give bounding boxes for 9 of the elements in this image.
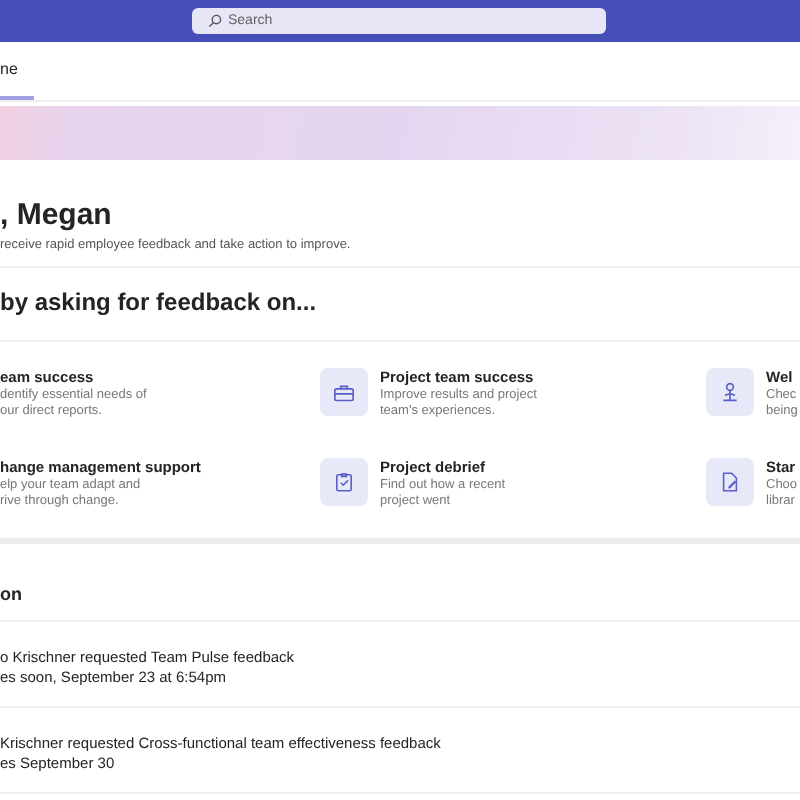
tab[interactable]: ne: [0, 60, 34, 100]
section-heading: by asking for feedback on...: [0, 268, 800, 342]
briefcase-icon: [334, 383, 354, 401]
section-heading: on: [0, 584, 800, 622]
search-icon: [208, 14, 222, 28]
greeting-title: , Megan: [0, 198, 114, 234]
document-pen-icon: [722, 472, 738, 492]
person-plant-icon: [720, 382, 740, 402]
clipboard-check-icon: [336, 472, 352, 492]
